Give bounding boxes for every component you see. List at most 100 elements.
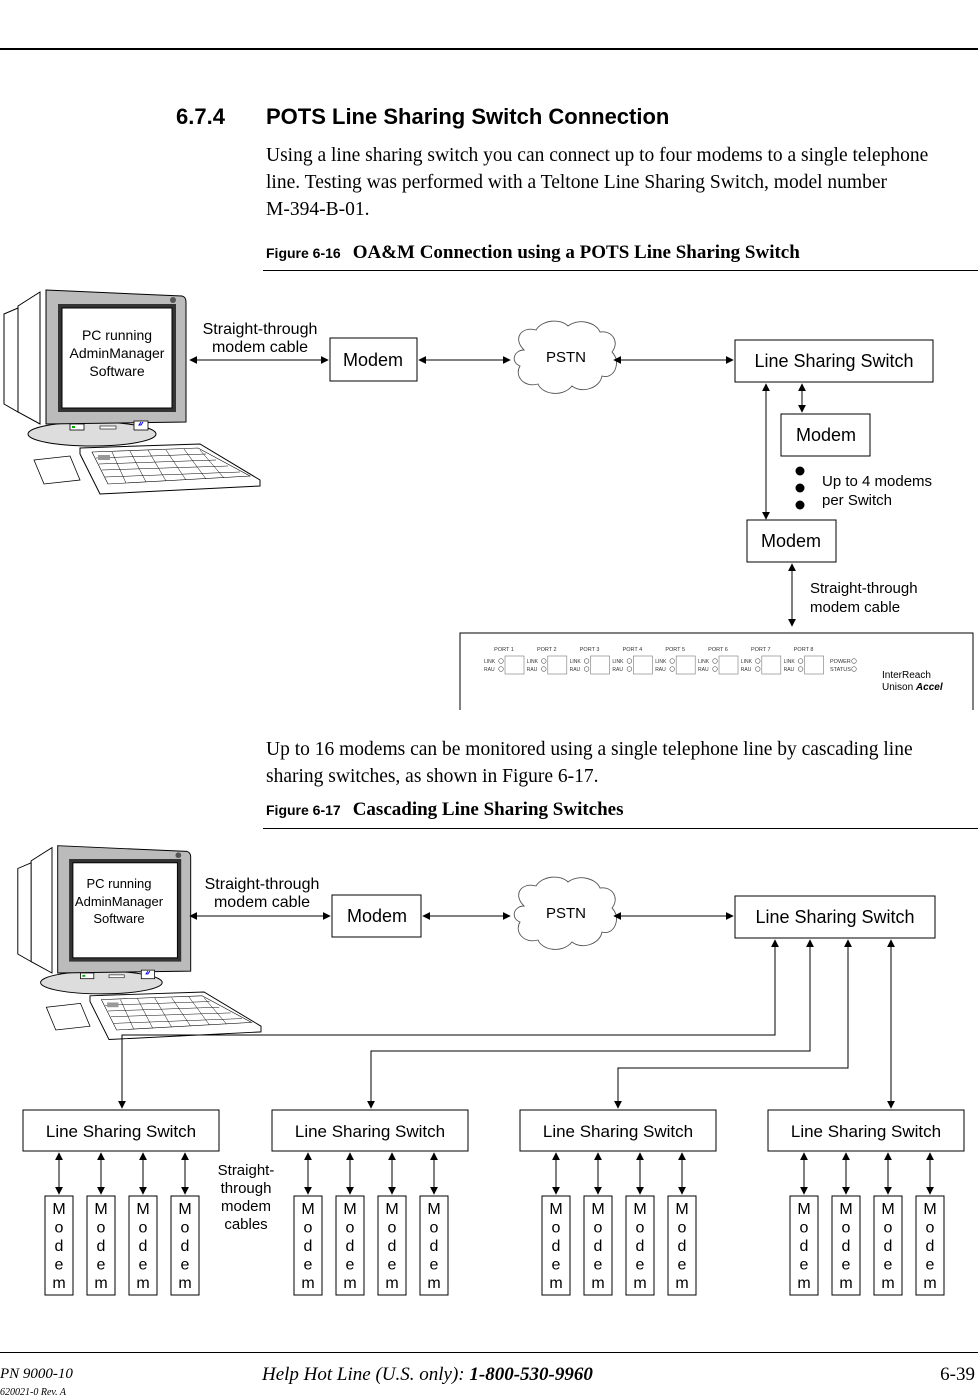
status-led-label: STATUS [830, 667, 851, 673]
child-switch: Line Sharing SwitchModemModemModemModem [22, 1109, 220, 1296]
modem-letter: M [633, 1201, 646, 1218]
figure-6-17-caption: Figure 6-17 Cascading Line Sharing Switch… [266, 799, 624, 821]
modem-letter: o [842, 1220, 851, 1237]
modem-letter: e [800, 1257, 809, 1274]
port-connector[interactable] [590, 655, 610, 675]
rau-led-label: RAU [484, 667, 495, 673]
port-connector[interactable] [504, 655, 525, 675]
modem-label: Modem [796, 425, 856, 445]
status-led [851, 666, 857, 672]
modem-letter: o [884, 1220, 893, 1237]
vertical-modem: Modem [377, 1195, 407, 1296]
vertical-modem: Modem [873, 1195, 903, 1296]
modem-letter: e [594, 1257, 603, 1274]
link-led [626, 658, 633, 664]
port-connector[interactable] [547, 655, 568, 675]
cables-label-line: Straight- [218, 1162, 275, 1179]
port-connector[interactable] [633, 655, 653, 675]
port-label: PORT 6 [708, 647, 728, 653]
link-led-label: LINK [784, 659, 796, 665]
rau-led-label: RAU [570, 667, 581, 673]
cascade-connector [367, 939, 814, 1109]
modem-letter: e [97, 1257, 106, 1274]
intro-line: M-394-B-01. [266, 199, 370, 220]
pstn-label: PSTN [546, 349, 586, 366]
section-number: 6.7.4 [176, 104, 225, 129]
modem-letter: o [181, 1220, 190, 1237]
cable2-label-line: Straight-through [810, 580, 918, 597]
modem-letter: e [388, 1257, 397, 1274]
modem-letter: m [633, 1275, 646, 1292]
modem-letter: d [800, 1238, 809, 1255]
vertical-modem: Modem [831, 1195, 861, 1296]
modem-letter: d [926, 1238, 935, 1255]
port-connector[interactable] [761, 655, 782, 675]
modem-letter: d [181, 1238, 190, 1255]
footer-rule [0, 1352, 978, 1353]
child-switch: Line Sharing SwitchModemModemModemModem [271, 1109, 469, 1296]
modem-letter: d [304, 1238, 313, 1255]
port-connector[interactable] [804, 655, 824, 675]
ellipsis-dot [795, 500, 805, 510]
hotline-number: 1-800-530-9960 [469, 1364, 593, 1385]
modem-letter: e [304, 1257, 313, 1274]
port-connector[interactable] [718, 655, 739, 675]
child-switch: Line Sharing SwitchModemModemModemModem [519, 1109, 717, 1296]
rau-led-label: RAU [527, 667, 538, 673]
rau-led [583, 666, 590, 672]
link-led-label: LINK [612, 659, 624, 665]
child-switch-label: Line Sharing Switch [543, 1122, 693, 1141]
intro-line: Using a line sharing switch you can conn… [266, 145, 929, 166]
modem-letter: d [552, 1238, 561, 1255]
vertical-modem: Modem [419, 1195, 449, 1296]
figure-label: Figure 6-17 [266, 802, 341, 818]
modem-letter: e [430, 1257, 439, 1274]
modem-letter: e [139, 1257, 148, 1274]
figure-rule [263, 828, 978, 829]
brand-line1: InterReach [882, 670, 931, 681]
modem-letter: o [926, 1220, 935, 1237]
modem-letter: o [304, 1220, 313, 1237]
pc-label-line: PC running [82, 327, 152, 343]
modem-letter: m [923, 1275, 936, 1292]
modem-letter: m [178, 1275, 191, 1292]
modem-letter: m [427, 1275, 440, 1292]
modem-letter: o [678, 1220, 687, 1237]
link-led-label: LINK [484, 659, 496, 665]
figure-label: Figure 6-16 [266, 245, 341, 261]
pstn-cloud: PSTN [513, 876, 617, 950]
modem-letter: o [430, 1220, 439, 1237]
modem-letter: e [346, 1257, 355, 1274]
cable-label-line: modem cable [214, 894, 310, 911]
modem-letter: M [427, 1201, 440, 1218]
link-led [669, 658, 675, 664]
modem-letter: o [139, 1220, 148, 1237]
modem-letter: d [678, 1238, 687, 1255]
brand-line2: Unison Accel [882, 682, 943, 693]
vertical-modem: Modem [625, 1195, 655, 1296]
link-led-label: LINK [741, 659, 753, 665]
vertical-modem: Modem [667, 1195, 697, 1296]
power-led-label: POWER [830, 659, 851, 665]
child-switch-label: Line Sharing Switch [46, 1122, 196, 1141]
vertical-modem: Modem [44, 1195, 74, 1296]
modem-letter: m [881, 1275, 894, 1292]
port-label: PORT 8 [794, 647, 814, 653]
middle-line: sharing switches, as shown in Figure 6-1… [266, 766, 599, 787]
section-title: POTS Line Sharing Switch Connection [266, 104, 670, 129]
cables-label-line: modem [221, 1198, 271, 1215]
modem-letter: M [797, 1201, 810, 1218]
modem-letter: M [591, 1201, 604, 1218]
pc-illustration [17, 845, 262, 1040]
rau-led [755, 666, 761, 672]
port-connector[interactable] [675, 655, 696, 675]
intro-line: line. Testing was performed with a Telto… [266, 172, 887, 193]
modem-letter: M [675, 1201, 688, 1218]
modem-letter: e [926, 1257, 935, 1274]
modem-letter: o [97, 1220, 106, 1237]
link-led-label: LINK [570, 659, 582, 665]
middle-paragraph: Up to 16 modems can be monitored using a… [266, 736, 976, 790]
cable-label-line: Straight-through [205, 876, 320, 893]
modem-letter: m [839, 1275, 852, 1292]
port-label: PORT 5 [665, 647, 685, 653]
